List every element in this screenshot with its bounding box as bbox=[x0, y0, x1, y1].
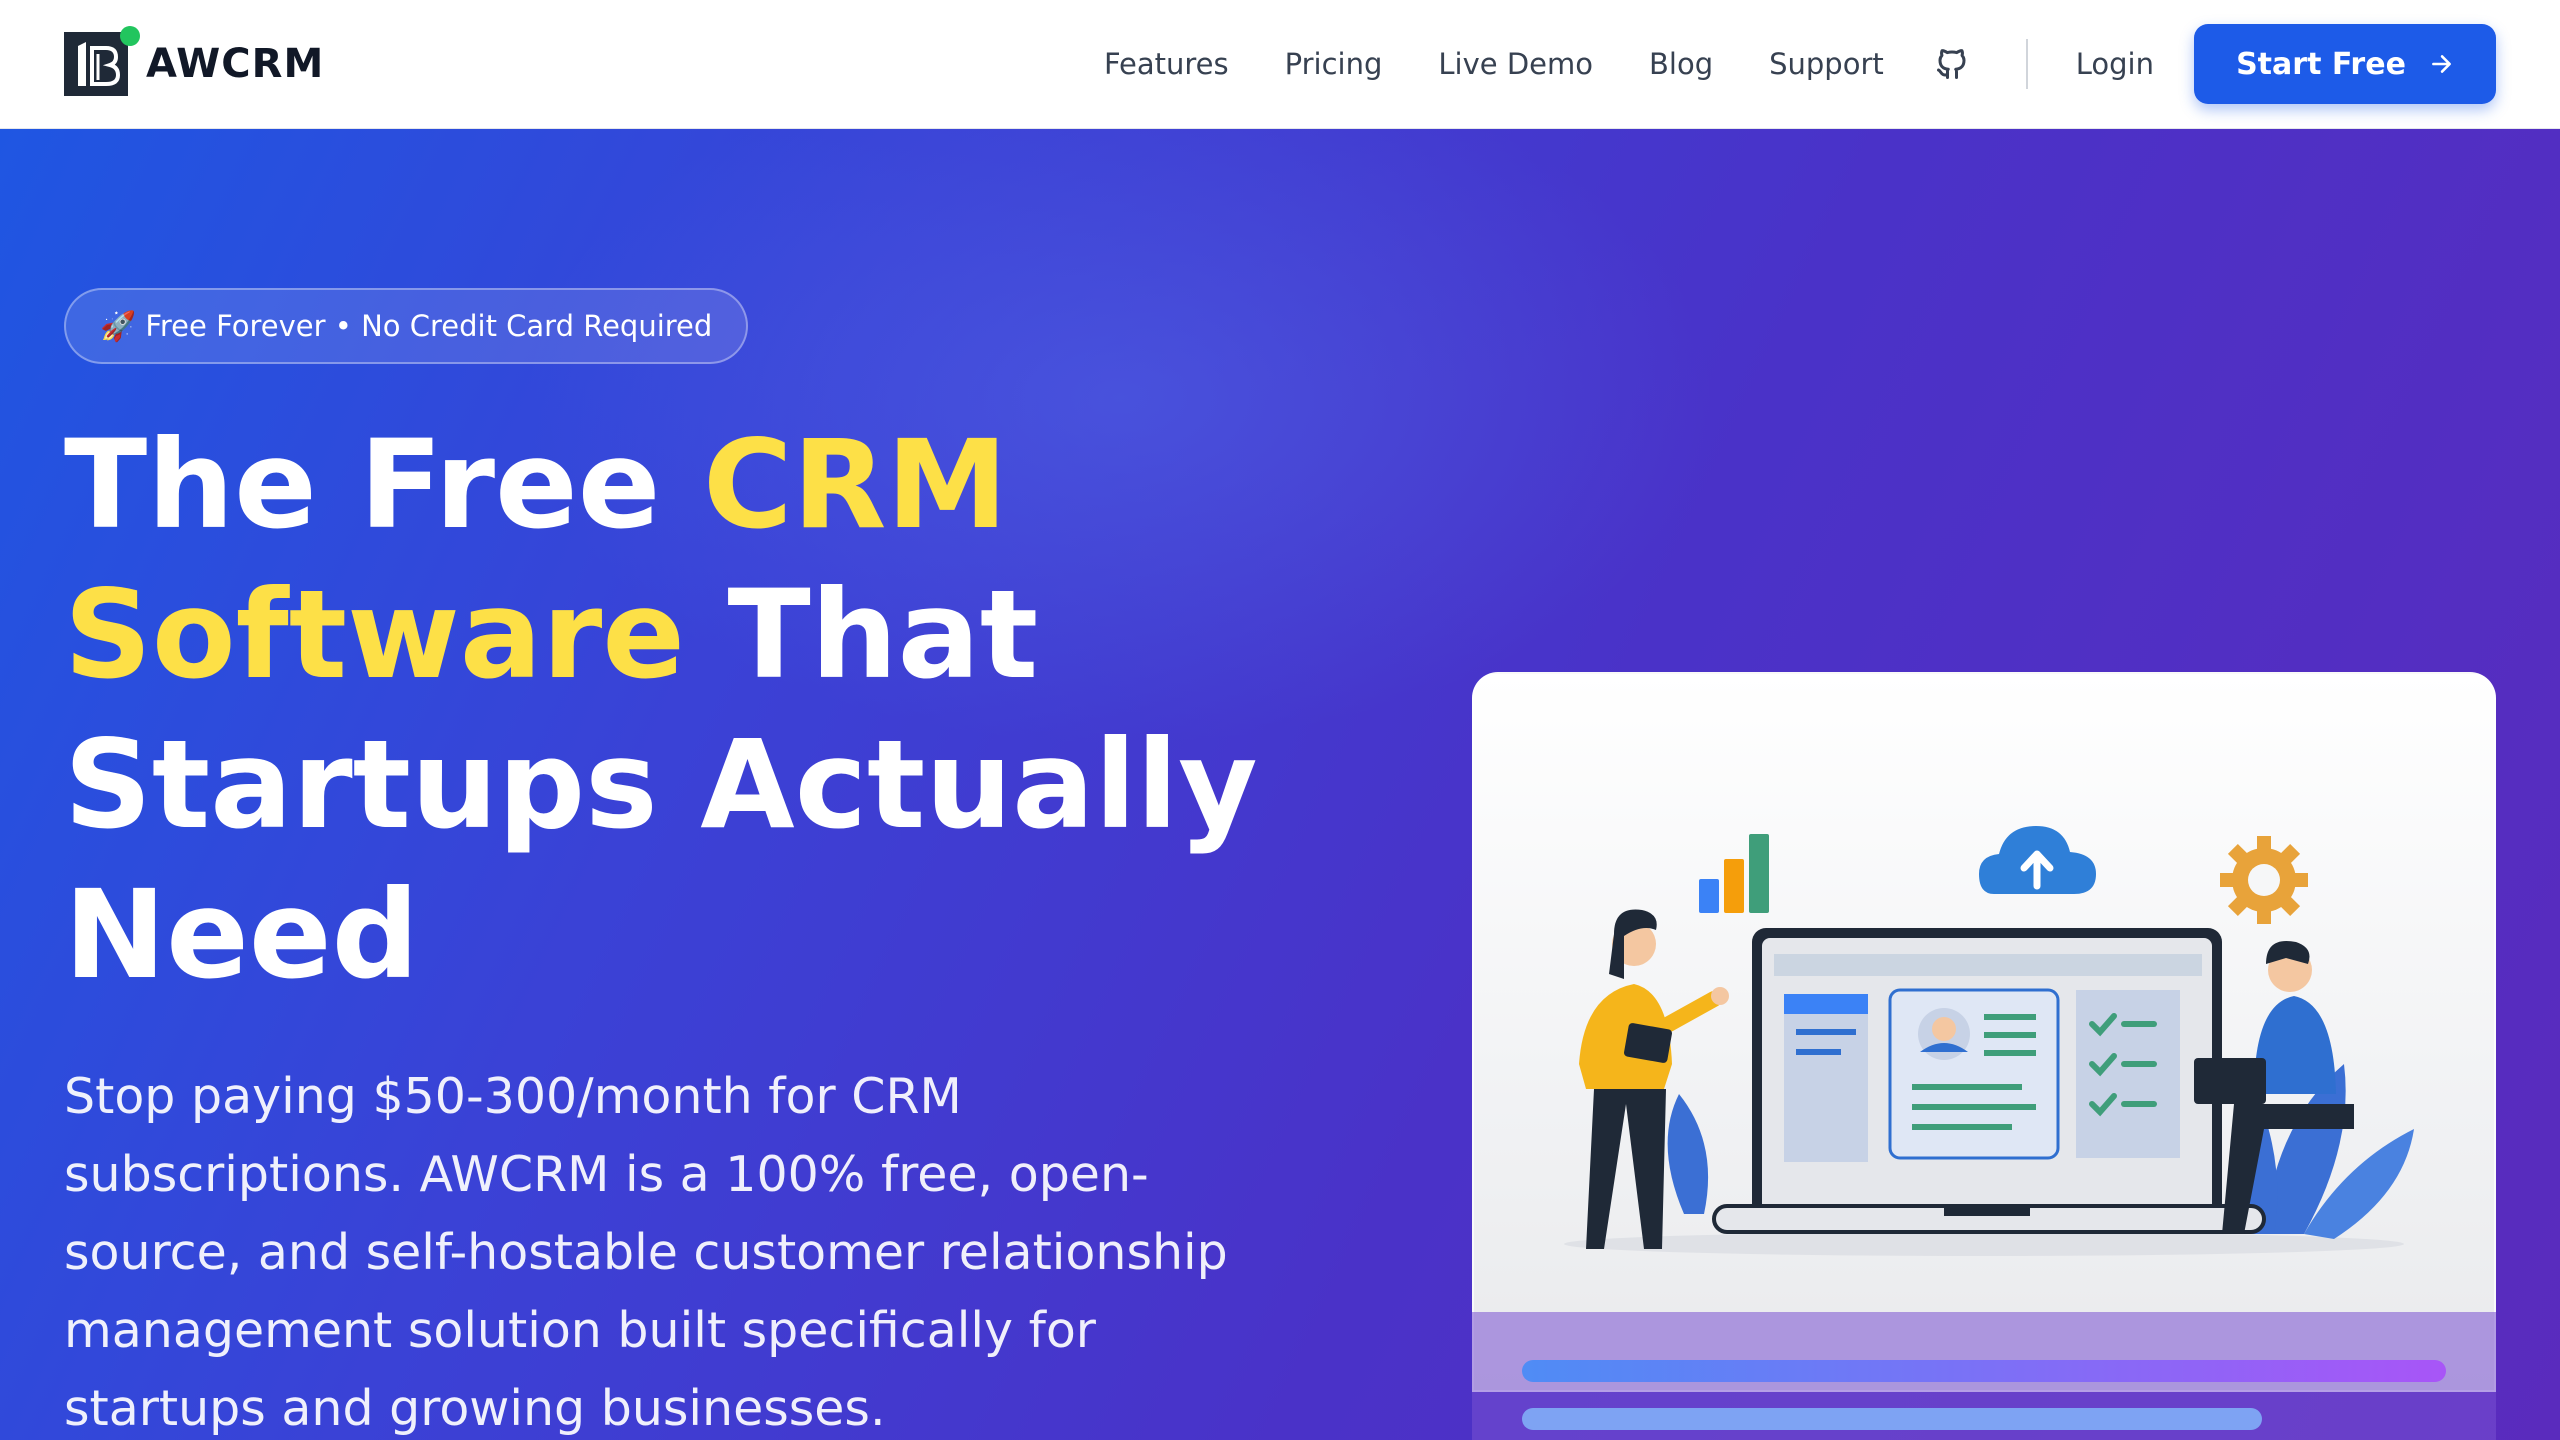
start-free-button[interactable]: Start Free bbox=[2194, 24, 2496, 104]
badge-text: 🚀 Free Forever • No Credit Card Required bbox=[100, 308, 713, 343]
start-free-label: Start Free bbox=[2236, 46, 2406, 82]
nav-link-live-demo[interactable]: Live Demo bbox=[1438, 47, 1593, 81]
github-icon[interactable] bbox=[1934, 46, 1970, 82]
nav-divider bbox=[2025, 39, 2028, 89]
nav-link-blog[interactable]: Blog bbox=[1649, 47, 1713, 81]
headline-part1: The Free bbox=[64, 414, 703, 556]
online-status-dot bbox=[120, 26, 140, 46]
hero-subtitle: Stop paying $50-300/month for CRM subscr… bbox=[64, 1068, 1228, 1437]
top-nav: AWCRM Features Pricing Live Demo Blog Su… bbox=[0, 0, 2560, 128]
nav-link-support[interactable]: Support bbox=[1769, 47, 1884, 81]
progress-bar-gradient bbox=[1522, 1360, 2446, 1382]
nav-links: Features Pricing Live Demo Blog Support bbox=[1104, 47, 1884, 81]
progress-bar-secondary bbox=[1522, 1408, 2262, 1430]
brand-name: AWCRM bbox=[146, 41, 325, 87]
brand-logo-icon bbox=[64, 26, 140, 96]
crm-illustration-card bbox=[1472, 672, 2496, 1392]
brand[interactable]: AWCRM bbox=[64, 26, 325, 96]
crm-illustration bbox=[1564, 826, 2414, 1256]
arrow-right-icon bbox=[2432, 55, 2451, 73]
nav-link-pricing[interactable]: Pricing bbox=[1285, 47, 1383, 81]
cloud-upload-icon bbox=[1979, 826, 2096, 894]
nav-link-features[interactable]: Features bbox=[1104, 47, 1229, 81]
bar-chart-icon bbox=[1699, 834, 1769, 913]
hero-headline: The Free CRM Software That Startups Actu… bbox=[64, 410, 1264, 1010]
free-forever-badge: 🚀 Free Forever • No Credit Card Required bbox=[64, 288, 749, 364]
login-link[interactable]: Login bbox=[2076, 47, 2154, 81]
gear-icon bbox=[2220, 836, 2308, 924]
